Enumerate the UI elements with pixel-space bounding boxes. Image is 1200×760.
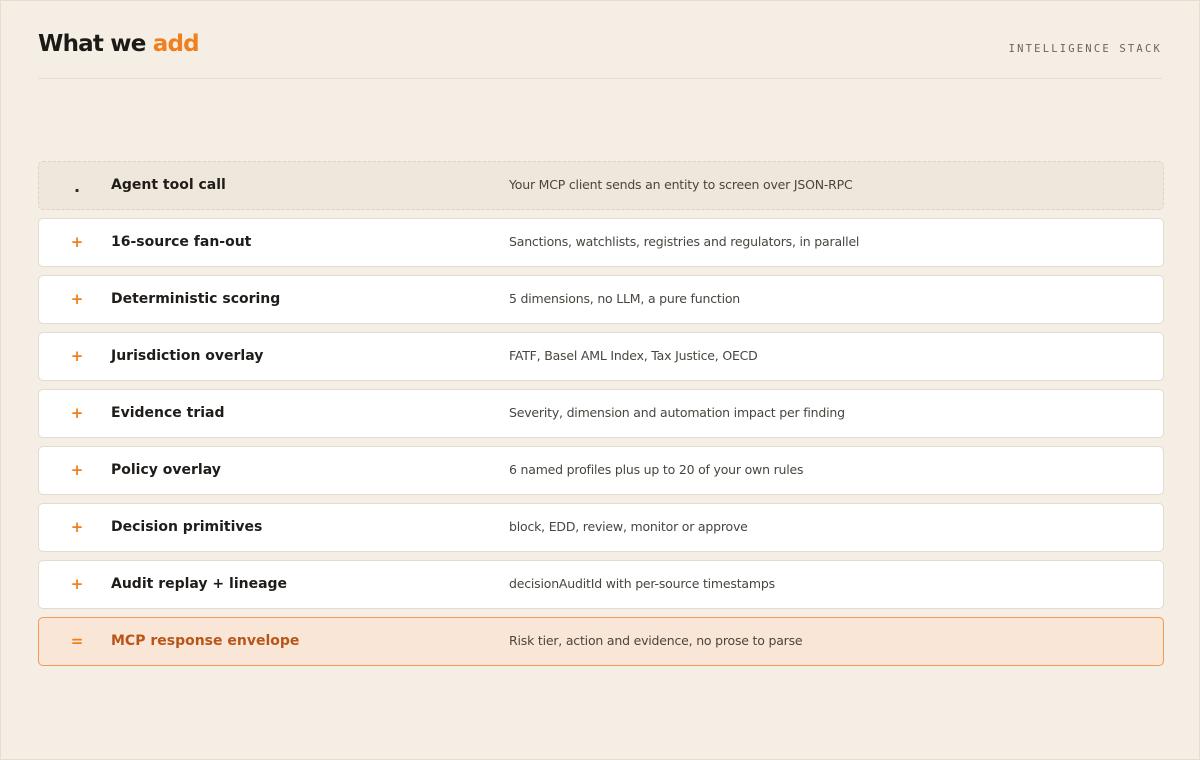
stack-row-evidence-triad[interactable]: + Evidence triad Severity, dimension and… bbox=[38, 389, 1164, 438]
plus-marker-icon: + bbox=[70, 575, 84, 593]
plus-marker-icon: + bbox=[70, 347, 84, 365]
stack-row-label: Deterministic scoring bbox=[111, 291, 281, 307]
page-title: What we add bbox=[38, 31, 200, 57]
stack-row-agent-tool-call[interactable]: . Agent tool call Your MCP client sends … bbox=[38, 161, 1164, 210]
stack-row-description: Sanctions, watchlists, registries and re… bbox=[509, 234, 860, 249]
stack-row-label: Policy overlay bbox=[111, 462, 221, 478]
stack-row-description: Risk tier, action and evidence, no prose… bbox=[509, 633, 803, 648]
stack-row-mcp-response-envelope[interactable]: = MCP response envelope Risk tier, actio… bbox=[38, 617, 1164, 666]
stack-row-label: 16-source fan-out bbox=[111, 234, 252, 250]
stack-row-audit-replay-lineage[interactable]: + Audit replay + lineage decisionAuditId… bbox=[38, 560, 1164, 609]
stack-row-description: decisionAuditId with per-source timestam… bbox=[509, 576, 775, 591]
stack-list: . Agent tool call Your MCP client sends … bbox=[38, 161, 1164, 674]
stack-row-label: MCP response envelope bbox=[111, 633, 300, 649]
stack-row-label: Jurisdiction overlay bbox=[111, 348, 264, 364]
stack-row-label: Agent tool call bbox=[111, 177, 226, 193]
section-eyebrow: INTELLIGENCE STACK bbox=[1008, 43, 1162, 55]
stack-row-jurisdiction-overlay[interactable]: + Jurisdiction overlay FATF, Basel AML I… bbox=[38, 332, 1164, 381]
plus-marker-icon: + bbox=[70, 233, 84, 251]
equals-marker-icon: = bbox=[70, 632, 84, 650]
stack-row-description: FATF, Basel AML Index, Tax Justice, OECD bbox=[509, 348, 758, 363]
stack-row-label: Evidence triad bbox=[111, 405, 225, 421]
stack-row-description: Severity, dimension and automation impac… bbox=[509, 405, 845, 420]
title-accent: add bbox=[152, 31, 200, 57]
stack-row-description: 5 dimensions, no LLM, a pure function bbox=[509, 291, 741, 306]
stack-row-label: Decision primitives bbox=[111, 519, 263, 535]
title-prefix: What we bbox=[38, 31, 153, 57]
stack-row-source-fan-out[interactable]: + 16-source fan-out Sanctions, watchlist… bbox=[38, 218, 1164, 267]
intelligence-stack-panel: What we add INTELLIGENCE STACK . Agent t… bbox=[0, 0, 1200, 760]
stack-row-description: 6 named profiles plus up to 20 of your o… bbox=[509, 462, 804, 477]
stack-row-description: Your MCP client sends an entity to scree… bbox=[509, 177, 853, 192]
plus-marker-icon: + bbox=[70, 518, 84, 536]
plus-marker-icon: + bbox=[70, 404, 84, 422]
stack-row-deterministic-scoring[interactable]: + Deterministic scoring 5 dimensions, no… bbox=[38, 275, 1164, 324]
stack-row-label: Audit replay + lineage bbox=[111, 576, 288, 592]
stack-row-decision-primitives[interactable]: + Decision primitives block, EDD, review… bbox=[38, 503, 1164, 552]
stack-row-policy-overlay[interactable]: + Policy overlay 6 named profiles plus u… bbox=[38, 446, 1164, 495]
dot-marker-icon: . bbox=[73, 177, 81, 196]
plus-marker-icon: + bbox=[70, 290, 84, 308]
plus-marker-icon: + bbox=[70, 461, 84, 479]
section-header: What we add INTELLIGENCE STACK bbox=[38, 31, 1162, 79]
stack-row-description: block, EDD, review, monitor or approve bbox=[509, 519, 748, 534]
